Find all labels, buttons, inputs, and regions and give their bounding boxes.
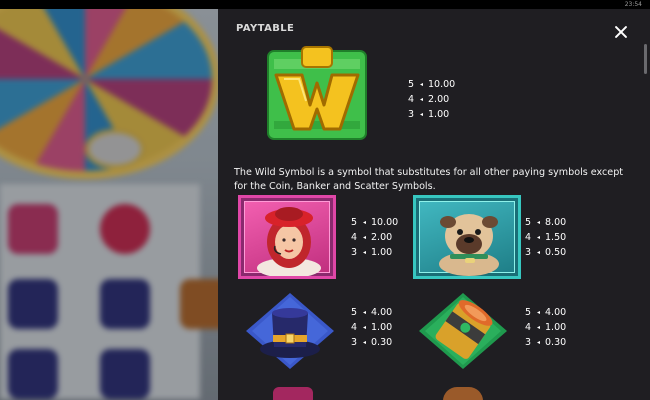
pay-row: 3 ◂ 0.30	[525, 337, 567, 348]
status-bar: 23:54	[0, 0, 650, 9]
pay-row: 3 ◂ 1.00	[408, 109, 450, 120]
pug-dog-icon	[439, 214, 499, 276]
pay-row: 4 ◂ 1.50	[525, 232, 567, 243]
redhead-woman-icon	[257, 207, 321, 278]
close-icon[interactable]	[614, 25, 628, 39]
wild-symbol	[254, 45, 380, 145]
scrollbar[interactable]	[644, 44, 647, 74]
clock: 23:54	[624, 1, 642, 8]
wild-w-icon	[267, 46, 367, 140]
pay-row: 3 ◂ 1.00	[351, 247, 393, 258]
coin-roll-pay-table: 5 ◂ 4.00 4 ◂ 1.00 3 ◂ 0.30	[525, 305, 566, 350]
coin-roll-icon	[419, 293, 507, 369]
pay-row: 4 ◂ 2.00	[408, 94, 450, 105]
coin-roll-symbol	[413, 291, 513, 371]
top-hat-icon	[246, 293, 334, 369]
pay-row: 4 ◂ 1.00	[351, 322, 393, 333]
redhead-woman-symbol	[238, 195, 336, 279]
paytable-title: PAYTABLE	[236, 23, 295, 34]
background-dim-overlay	[0, 9, 218, 400]
pay-row: 5 ◂ 10.00	[351, 217, 399, 228]
pay-row: 5 ◂ 10.00	[408, 79, 456, 90]
pay-row: 5 ◂ 4.00	[525, 307, 567, 318]
pay-row: 3 ◂ 0.50	[525, 247, 567, 258]
redhead-woman-pay-table: 5 ◂ 10.00 4 ◂ 2.00 3 ◂ 1.00	[351, 215, 398, 260]
pug-dog-symbol	[413, 195, 521, 279]
wild-description: The Wild Symbol is a symbol that substit…	[234, 167, 624, 192]
paytable-panel: PAYTABLE 5 ◂ 10.00 4 ◂ 2.00 3 ◂ 1.00 The Wild …	[218, 9, 650, 400]
pay-row: 5 ◂ 4.00	[351, 307, 393, 318]
top-hat-symbol	[240, 291, 340, 371]
top-hat-pay-table: 5 ◂ 4.00 4 ◂ 1.00 3 ◂ 0.30	[351, 305, 392, 350]
pay-row: 3 ◂ 0.30	[351, 337, 393, 348]
pay-row: 4 ◂ 1.00	[525, 322, 567, 333]
wild-pay-table: 5 ◂ 10.00 4 ◂ 2.00 3 ◂ 1.00	[408, 77, 455, 122]
next-symbol-partial-right	[443, 387, 483, 400]
next-symbol-partial-left	[273, 387, 313, 400]
pug-dog-pay-table: 5 ◂ 8.00 4 ◂ 1.50 3 ◂ 0.50	[525, 215, 566, 260]
pay-row: 5 ◂ 8.00	[525, 217, 567, 228]
pay-row: 4 ◂ 2.00	[351, 232, 393, 243]
